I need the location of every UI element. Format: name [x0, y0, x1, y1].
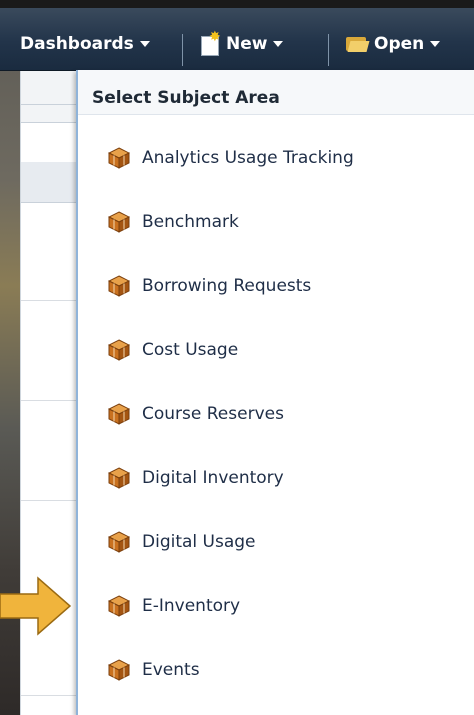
new-label: New — [226, 34, 268, 54]
dropdown-title: Select Subject Area — [92, 88, 280, 108]
dashboards-menu[interactable]: Dashboards — [20, 34, 150, 54]
subject-area-cube-icon — [108, 595, 130, 617]
dashboards-label: Dashboards — [20, 34, 134, 54]
menu-item-benchmark[interactable]: Benchmark — [108, 208, 239, 236]
menu-item-label: Course Reserves — [142, 404, 284, 424]
menu-item-analytics-usage-tracking[interactable]: Analytics Usage Tracking — [108, 144, 354, 172]
menu-item-course-reserves[interactable]: Course Reserves — [108, 400, 284, 428]
menu-item-label: Digital Inventory — [142, 468, 284, 488]
chevron-down-icon — [430, 41, 441, 47]
subject-area-cube-icon — [108, 339, 130, 361]
menu-item-borrowing-requests[interactable]: Borrowing Requests — [108, 272, 311, 300]
subject-area-cube-icon — [108, 275, 130, 297]
menu-item-cost-usage[interactable]: Cost Usage — [108, 336, 238, 364]
toolbar-divider — [328, 34, 329, 66]
open-label: Open — [374, 34, 425, 54]
subject-area-cube-icon — [108, 659, 130, 681]
subject-area-dropdown: Select Subject Area Analytics Usage Trac… — [76, 70, 474, 715]
menu-item-events[interactable]: Events — [108, 656, 200, 684]
subject-area-cube-icon — [108, 403, 130, 425]
subject-area-cube-icon — [108, 211, 130, 233]
global-header: Dashboards ✸ New Open — [0, 8, 474, 71]
subject-area-cube-icon — [108, 531, 130, 553]
menu-item-label: Events — [142, 660, 200, 680]
open-menu[interactable]: Open — [346, 34, 441, 54]
chevron-down-icon — [139, 41, 150, 47]
menu-item-label: Benchmark — [142, 212, 239, 232]
new-document-icon: ✸ — [200, 30, 221, 56]
menu-item-label: E-Inventory — [142, 596, 241, 616]
menu-item-label: Cost Usage — [142, 340, 239, 360]
new-menu[interactable]: ✸ New — [200, 30, 284, 56]
top-strip — [0, 0, 474, 8]
pointer-arrow-icon — [0, 576, 72, 636]
menu-item-e-inventory[interactable]: E-Inventory — [108, 592, 240, 620]
toolbar-divider — [182, 34, 183, 66]
menu-item-digital-usage[interactable]: Digital Usage — [108, 528, 256, 556]
menu-item-label: Digital Usage — [142, 532, 256, 552]
subject-area-cube-icon — [108, 147, 130, 169]
folder-icon — [346, 36, 370, 52]
subject-area-cube-icon — [108, 467, 130, 489]
menu-item-label: Borrowing Requests — [142, 276, 312, 296]
menu-item-digital-inventory[interactable]: Digital Inventory — [108, 464, 284, 492]
menu-item-label: Analytics Usage Tracking — [142, 148, 354, 168]
chevron-down-icon — [273, 41, 284, 47]
